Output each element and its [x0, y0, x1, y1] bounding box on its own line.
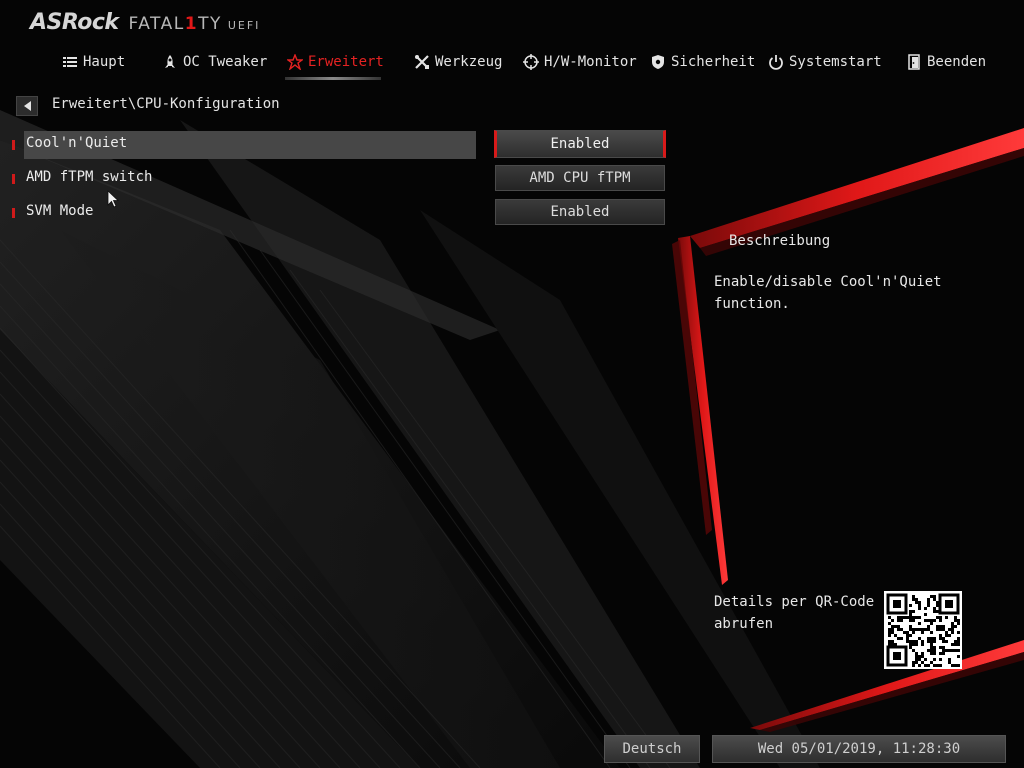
- setting-label-cool-n-quiet[interactable]: Cool'n'Quiet: [26, 135, 127, 151]
- crosshair-icon: [523, 54, 539, 70]
- star-icon: [287, 54, 303, 70]
- background-artwork: [0, 0, 1024, 768]
- logo-asrock-text: ASRock: [30, 10, 119, 35]
- shield-icon: [652, 55, 664, 69]
- tab-erweitert-label: Erweitert: [308, 54, 384, 70]
- asrock-fatality-logo: ASRock FATAL1TY UEFI: [30, 10, 260, 36]
- back-button[interactable]: [16, 96, 38, 116]
- setting-label-svm-mode[interactable]: SVM Mode: [26, 203, 93, 219]
- tab-hw-monitor[interactable]: H/W-Monitor: [523, 50, 637, 74]
- qr-code-label: Details per QR-Code abrufen: [714, 594, 875, 632]
- datetime-display: Wed 05/01/2019, 11:28:30: [712, 735, 1006, 763]
- qr-code-icon: [884, 591, 962, 669]
- row-marker: [12, 174, 15, 184]
- active-tab-indicator: [285, 77, 381, 80]
- tab-oc-tweaker[interactable]: OC Tweaker: [162, 50, 267, 74]
- tab-werkzeug[interactable]: Werkzeug: [414, 50, 502, 74]
- logo-ty-part: TY: [198, 14, 222, 34]
- tab-beenden-label: Beenden: [927, 54, 987, 70]
- power-icon: [769, 55, 783, 70]
- setting-value-cool-n-quiet[interactable]: Enabled: [494, 130, 666, 158]
- tab-werkzeug-label: Werkzeug: [435, 54, 503, 70]
- logo-fatal-part: FATAL: [128, 14, 185, 34]
- back-arrow-icon: [24, 101, 31, 111]
- tab-sicherheit[interactable]: Sicherheit: [650, 50, 755, 74]
- setting-label-amd-ftpm-switch[interactable]: AMD fTPM switch: [26, 169, 152, 185]
- tab-erweitert[interactable]: Erweitert: [287, 50, 384, 74]
- row-marker: [12, 140, 15, 150]
- tab-haupt-label: Haupt: [83, 54, 126, 70]
- logo-fatality-text: FATAL1TY: [129, 14, 222, 34]
- setting-value-amd-ftpm-switch[interactable]: AMD CPU fTPM: [495, 165, 665, 191]
- tab-haupt[interactable]: Haupt: [62, 50, 125, 74]
- description-title: Beschreibung: [729, 233, 831, 249]
- breadcrumb: Erweitert\CPU-Konfiguration: [52, 96, 280, 112]
- language-button[interactable]: Deutsch: [604, 735, 700, 763]
- rocket-icon: [165, 55, 175, 68]
- exit-door-icon: [908, 54, 920, 70]
- tab-sicherheit-label: Sicherheit: [671, 54, 756, 70]
- tools-icon: [415, 55, 429, 69]
- mouse-cursor-icon: [107, 190, 119, 208]
- list-icon: [63, 57, 77, 67]
- description-text: Enable/disable Cool'n'Quiet function.: [714, 274, 942, 312]
- row-marker: [12, 208, 15, 218]
- logo-one-part: 1: [184, 14, 199, 34]
- setting-value-svm-mode[interactable]: Enabled: [495, 199, 665, 225]
- tab-oc-tweaker-label: OC Tweaker: [183, 54, 268, 70]
- tab-hw-monitor-label: H/W-Monitor: [544, 54, 637, 70]
- tab-systemstart[interactable]: Systemstart: [768, 50, 882, 74]
- tab-systemstart-label: Systemstart: [789, 54, 882, 70]
- tab-beenden[interactable]: Beenden: [906, 50, 986, 74]
- logo-uefi-text: UEFI: [227, 19, 261, 32]
